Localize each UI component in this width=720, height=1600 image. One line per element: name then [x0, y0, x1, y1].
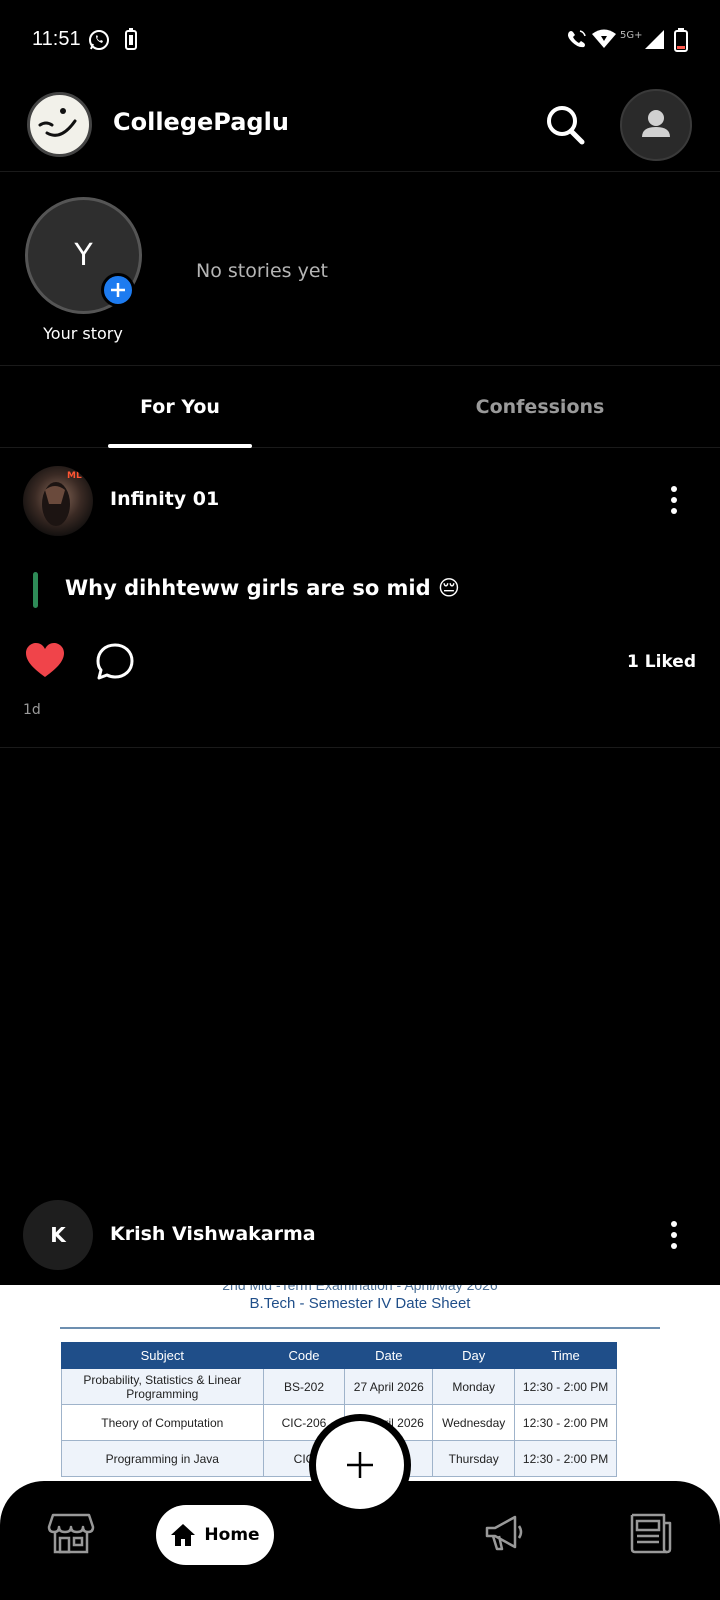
- table-cell: BS-202: [262, 1368, 346, 1405]
- post-username[interactable]: Krish Vishwakarma: [110, 1223, 316, 1245]
- your-story-initial: Y: [74, 238, 93, 273]
- battery-saver-icon: [125, 28, 137, 54]
- table-header: Day: [432, 1342, 516, 1369]
- post-username[interactable]: Infinity 01: [110, 488, 219, 510]
- status-time: 11:51: [32, 28, 81, 50]
- plus-icon: [111, 283, 125, 297]
- your-story-label: Your story: [43, 324, 123, 343]
- create-post-button[interactable]: [309, 1414, 411, 1516]
- more-options-icon[interactable]: [664, 1217, 684, 1253]
- table-cell: 12:30 - 2:00 PM: [514, 1404, 617, 1441]
- table-cell: 27 April 2026: [344, 1368, 434, 1405]
- post-text: Why dihhteww girls are so mid 😔: [65, 576, 460, 600]
- feed-tabs: For You Confessions: [0, 366, 720, 448]
- logo-icon[interactable]: [27, 92, 92, 157]
- svg-text:ML: ML: [67, 471, 82, 481]
- table-cell: Programming in Java: [61, 1440, 264, 1477]
- profile-icon[interactable]: [620, 89, 692, 161]
- wifi-calling-icon: [566, 28, 588, 54]
- table-header: Time: [514, 1342, 617, 1369]
- post-user-avatar[interactable]: ML: [23, 466, 93, 536]
- heart-icon[interactable]: [25, 642, 65, 680]
- post-card: ML Infinity 01 Why dihhteww girls are so…: [0, 448, 720, 748]
- battery-icon: [674, 28, 688, 56]
- table-cell: Thursday: [432, 1440, 516, 1477]
- app-header: CollegePaglu: [0, 84, 720, 172]
- table-cell: Probability, Statistics & Linear Program…: [61, 1368, 264, 1405]
- tab-label: For You: [140, 396, 220, 418]
- post-timestamp: 1d: [23, 702, 41, 718]
- table-header: Code: [262, 1342, 346, 1369]
- signal-icon: [643, 28, 665, 54]
- status-bar: 11:51 5G+: [0, 0, 720, 84]
- network-label: 5G+: [620, 30, 643, 41]
- table-header: Date: [344, 1342, 434, 1369]
- image-faded-heading: 2nd Mid -Term Examination - April/May 20…: [222, 1285, 498, 1293]
- no-stories-text: No stories yet: [196, 260, 328, 282]
- plus-icon: [316, 1421, 404, 1509]
- tab-label: Confessions: [475, 396, 605, 418]
- home-icon: [171, 1524, 196, 1546]
- wifi-icon: [592, 28, 616, 54]
- table-cell: Wednesday: [432, 1404, 516, 1441]
- comment-icon[interactable]: [95, 642, 135, 682]
- post-user-avatar[interactable]: K: [23, 1200, 93, 1270]
- whatsapp-icon: [87, 28, 111, 56]
- table-cell: 12:30 - 2:00 PM: [514, 1368, 617, 1405]
- table-cell: 12:30 - 2:00 PM: [514, 1440, 617, 1477]
- tab-confessions[interactable]: Confessions: [360, 366, 720, 448]
- store-icon[interactable]: [47, 1509, 95, 1557]
- app-title: CollegePaglu: [113, 108, 289, 136]
- table-header: Subject: [61, 1342, 264, 1369]
- megaphone-icon[interactable]: [481, 1509, 529, 1557]
- add-story-button[interactable]: [101, 273, 135, 307]
- avatar-initial: K: [50, 1223, 66, 1247]
- post-accent-bar: [33, 572, 38, 608]
- more-options-icon[interactable]: [664, 482, 684, 518]
- table-cell: Monday: [432, 1368, 516, 1405]
- stories-bar: Y Your story No stories yet: [0, 172, 720, 366]
- table-row: Probability, Statistics & Linear Program…: [61, 1368, 617, 1405]
- table-cell: Theory of Computation: [61, 1404, 264, 1441]
- like-count[interactable]: 1 Liked: [627, 652, 696, 672]
- home-button[interactable]: Home: [156, 1505, 274, 1565]
- image-divider: [60, 1327, 660, 1329]
- home-label: Home: [204, 1525, 260, 1545]
- image-title: B.Tech - Semester IV Date Sheet: [249, 1295, 471, 1312]
- newspaper-icon[interactable]: [626, 1509, 674, 1557]
- search-icon[interactable]: [540, 100, 590, 150]
- tab-for-you[interactable]: For You: [0, 366, 360, 448]
